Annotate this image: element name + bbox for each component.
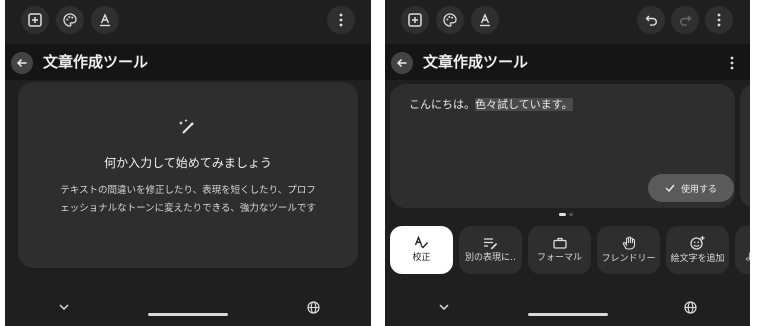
page-indicator-inactive — [569, 213, 573, 216]
palette-icon — [63, 13, 77, 27]
language-button[interactable] — [306, 300, 320, 314]
text-format-icon — [100, 13, 110, 27]
more-vert-icon — [339, 13, 343, 27]
right-screen: 文章作成ツール こんにちは。色々試しています。 使用する 校正 別の表現に‥ フ… — [385, 0, 750, 326]
redo-button[interactable] — [671, 6, 699, 34]
chevron-down-icon — [59, 304, 69, 310]
briefcase-icon — [552, 237, 567, 249]
home-gesture-bar[interactable] — [148, 313, 228, 316]
plus-square-icon — [28, 13, 42, 27]
input-text[interactable]: こんにちは。色々試しています。 — [409, 98, 573, 112]
text-format-button[interactable] — [91, 6, 119, 34]
add-toolbar-button[interactable] — [401, 6, 429, 34]
arrow-back-icon — [16, 58, 27, 68]
empty-state-panel: 何か入力して始めてみましょう テキストの間違いを修正したり、表現を短くしたり、プ… — [18, 82, 358, 268]
chevron-down-icon — [439, 304, 449, 310]
home-gesture-bar[interactable] — [528, 313, 608, 316]
chip-label: フレンドリー — [601, 253, 656, 264]
theme-button[interactable] — [56, 6, 84, 34]
use-button[interactable]: 使用する — [648, 174, 734, 202]
use-button-label: 使用する — [680, 184, 717, 195]
language-button[interactable] — [683, 300, 697, 314]
text-format-icon — [480, 13, 490, 27]
chip-add-emoji[interactable]: 絵文字を追加 — [666, 226, 729, 274]
undo-icon — [645, 15, 657, 26]
chip-rephrase[interactable]: 別の表現に‥ — [459, 226, 522, 274]
text-format-button[interactable] — [471, 6, 499, 34]
chip-friendly[interactable]: フレンドリー — [597, 226, 660, 274]
left-screen: 文章作成ツール 何か入力して始めてみましょう テキストの間違いを修正したり、表現… — [5, 0, 371, 326]
empty-heading: 何か入力して始めてみましょう — [104, 156, 272, 170]
emoji-add-icon — [690, 235, 705, 250]
page-indicator-active — [559, 213, 566, 216]
chip-proofread[interactable]: 校正 — [390, 226, 453, 274]
menu-button[interactable] — [725, 52, 739, 74]
back-button[interactable] — [11, 52, 33, 74]
input-text-plain: こんにちは。 — [409, 98, 475, 111]
undo-button[interactable] — [637, 6, 665, 34]
empty-description-line-2: ェッショナルなトーンに変えたりできる、強力なツールです — [60, 203, 316, 214]
add-toolbar-button[interactable] — [21, 6, 49, 34]
chip-label: よ — [745, 253, 750, 263]
arrow-back-icon — [396, 58, 407, 68]
keyboard-toolbar — [385, 0, 750, 40]
rephrase-icon — [484, 237, 498, 249]
chip-label: 絵文字を追加 — [670, 253, 725, 264]
wave-hand-icon — [622, 235, 635, 250]
toolbar-more-button[interactable] — [705, 6, 733, 34]
chip-label: 校正 — [412, 253, 431, 263]
chip-label: フォーマル — [536, 252, 582, 263]
page-title: 文章作成ツール — [423, 53, 529, 71]
plus-square-icon — [408, 13, 422, 27]
palette-icon — [443, 13, 457, 27]
more-vert-icon — [730, 56, 734, 70]
back-button[interactable] — [391, 52, 413, 74]
text-input-card[interactable]: こんにちは。色々試しています。 使用する — [390, 84, 735, 208]
page-title: 文章作成ツール — [43, 53, 149, 71]
input-text-highlight: 色々試しています。 — [475, 98, 573, 111]
hide-keyboard-button[interactable] — [57, 300, 71, 314]
theme-button[interactable] — [436, 6, 464, 34]
magic-pen-icon — [178, 118, 198, 140]
toolbar-more-button[interactable] — [327, 6, 355, 34]
nav-bar — [385, 290, 750, 326]
more-vert-icon — [717, 13, 721, 27]
chip-partially-hidden[interactable]: よ — [735, 226, 750, 274]
globe-icon — [683, 300, 697, 314]
redo-icon — [679, 15, 691, 26]
globe-icon — [306, 300, 320, 314]
chip-formal[interactable]: フォーマル — [528, 226, 591, 274]
keyboard-toolbar — [5, 0, 371, 40]
proofread-icon — [414, 236, 429, 249]
hide-keyboard-button[interactable] — [437, 300, 451, 314]
chip-label: 別の表現に‥ — [464, 252, 516, 263]
next-suggestion-card[interactable] — [740, 84, 750, 208]
empty-description-line-1: テキストの間違いを修正したり、表現を短くしたり、プロフ — [60, 185, 316, 196]
check-icon — [665, 184, 675, 192]
nav-bar — [5, 290, 371, 326]
